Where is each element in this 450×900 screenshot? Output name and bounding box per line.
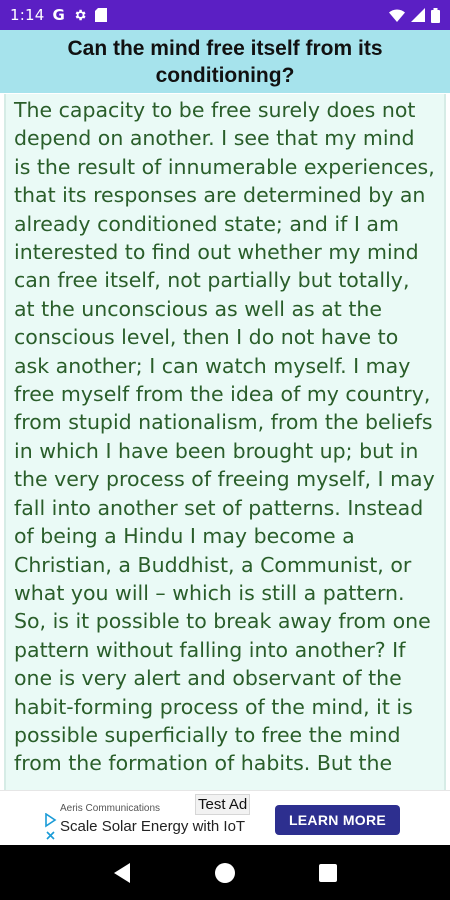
cell-signal-icon <box>411 8 425 22</box>
home-icon[interactable] <box>210 858 240 888</box>
back-icon[interactable] <box>107 858 137 888</box>
ad-advertiser: Aeris Communications <box>60 803 161 814</box>
test-ad-badge: Test Ad <box>195 794 251 815</box>
status-right <box>389 7 440 23</box>
article-content[interactable]: The capacity to be free surely does not … <box>4 94 446 790</box>
google-g-icon: G <box>52 6 65 24</box>
ad-inner: Aeris Communications Test Ad Scale Solar… <box>44 791 406 846</box>
ad-banner[interactable]: Aeris Communications Test Ad Scale Solar… <box>0 790 450 845</box>
status-time: 1:14 <box>10 6 45 24</box>
wifi-icon <box>389 8 405 22</box>
sd-card-icon <box>94 8 107 22</box>
learn-more-button[interactable]: LEARN MORE <box>275 805 400 835</box>
navigation-bar <box>0 845 450 900</box>
page-title: Can the mind free itself from its condit… <box>67 36 383 87</box>
status-left: 1:14 G <box>10 6 107 24</box>
adchoices-icon[interactable] <box>44 812 58 841</box>
ad-headline[interactable]: Scale Solar Energy with IoT <box>60 818 245 835</box>
settings-gear-icon <box>73 8 87 22</box>
status-bar: 1:14 G <box>0 0 450 30</box>
article-text: The capacity to be free surely does not … <box>14 98 435 776</box>
title-bar: Can the mind free itself from its condit… <box>0 30 450 93</box>
battery-icon <box>431 7 440 23</box>
recents-icon[interactable] <box>313 858 343 888</box>
